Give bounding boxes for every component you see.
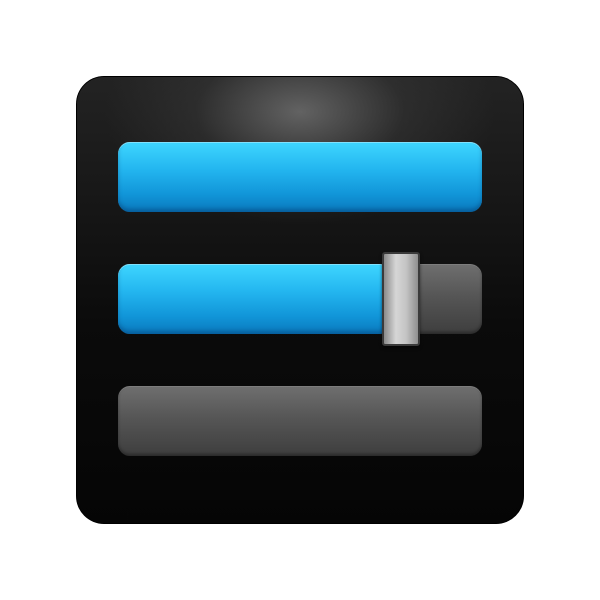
slider-top[interactable] [118, 142, 482, 212]
slider-middle[interactable] [118, 252, 482, 346]
slider-track [118, 386, 482, 456]
slider-fill [118, 142, 482, 212]
slider-handle[interactable] [381, 252, 420, 346]
settings-sliders-icon[interactable] [76, 76, 524, 524]
stage [0, 0, 600, 600]
slider-fill [118, 264, 384, 334]
slider-bottom[interactable] [118, 386, 482, 456]
